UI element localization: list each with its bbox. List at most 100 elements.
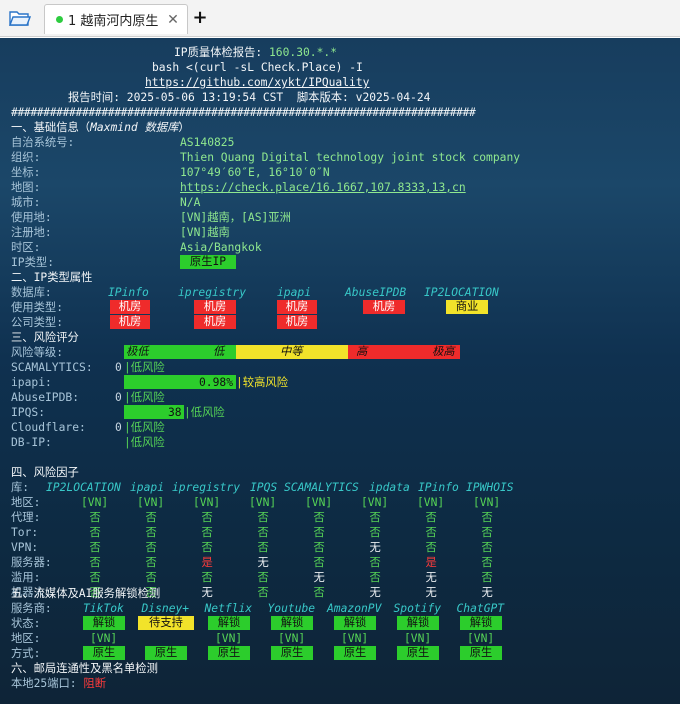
risk-score: 0: [115, 421, 122, 434]
factor-value: 否: [369, 526, 381, 539]
use-type-badge: 机房: [194, 300, 236, 314]
risk-scale-label: 低: [213, 345, 225, 358]
factor-value: 否: [89, 541, 101, 554]
unlock-status-badge: 解锁: [83, 616, 125, 630]
factor-value: 否: [89, 511, 101, 524]
factor-value: 否: [201, 511, 213, 524]
risk-score: 0: [115, 361, 122, 374]
risk-source-label: IPQS:: [11, 406, 46, 419]
risk-text: |低风险: [184, 406, 225, 419]
close-icon[interactable]: ✕: [165, 12, 181, 28]
factor-value: 无: [425, 586, 437, 599]
service-name: Youtube: [267, 602, 316, 615]
tab-title: 1 越南河内原生: [68, 14, 159, 29]
tab-session[interactable]: 1 越南河内原生 ✕: [44, 4, 188, 34]
factor-value: 否: [89, 556, 101, 569]
basic-label: 注册地:: [11, 226, 52, 239]
section-type-title: 二、IP类型属性: [11, 271, 93, 284]
new-tab-button[interactable]: +: [190, 6, 210, 30]
factor-lib-name: ipapi: [130, 481, 165, 494]
db-name: AbuseIPDB: [345, 286, 407, 299]
factor-value: [VN]: [137, 496, 165, 509]
factor-value: 否: [89, 571, 101, 584]
factor-value: 否: [313, 511, 325, 524]
service-region: [VN]: [404, 632, 432, 645]
factor-label: 滥用:: [11, 571, 41, 584]
factor-value: 否: [201, 571, 213, 584]
factor-value: 无: [369, 586, 381, 599]
service-region: [VN]: [467, 632, 495, 645]
section-basic-db: Maxmind 数据库: [90, 121, 179, 134]
report-meta: 报告时间: 2025-05-06 13:19:54 CST 脚本版本: v202…: [68, 90, 430, 105]
basic-label: 自治系统号:: [11, 136, 75, 149]
service-name: Disney+: [141, 602, 190, 615]
report-title: IP质量体检报告: 160.30.*.*: [174, 45, 337, 60]
report-ip: 160.30.*.*: [269, 46, 338, 59]
factor-value: 否: [369, 556, 381, 569]
unlock-method-badge: 原生: [145, 646, 187, 660]
factor-value: 否: [425, 541, 437, 554]
service-name: ChatGPT: [456, 602, 505, 615]
factor-lib-name: IPinfo: [418, 481, 459, 494]
unlock-status-badge: 待支持: [138, 616, 194, 630]
unlock-method-badge: 原生: [397, 646, 439, 660]
risk-source-label: AbuseIPDB:: [11, 391, 80, 404]
coords-value: 107°49′60″E, 16°10′0″N: [180, 166, 330, 179]
factor-value: 否: [481, 511, 493, 524]
terminal-output: IP质量体检报告: 160.30.*.* bash <(curl -sL Che…: [0, 38, 680, 704]
connected-status-icon: [56, 16, 63, 23]
factor-value: [VN]: [361, 496, 389, 509]
risk-level-label: 风险等级:: [11, 346, 63, 359]
factor-value: 无: [425, 571, 437, 584]
factor-label: 地区:: [11, 496, 41, 509]
db-label: 数据库:: [11, 286, 52, 299]
lib-label: 库:: [11, 481, 36, 494]
company-type-badge: 机房: [194, 315, 236, 329]
use-type-badge: 机房: [110, 300, 150, 314]
port25-status: 阻断: [83, 677, 107, 690]
version: v2025-04-24: [355, 91, 431, 104]
db-name: IPinfo: [108, 286, 149, 299]
risk-scale-label: 极高: [432, 345, 455, 358]
open-folder-icon[interactable]: [9, 9, 31, 27]
factor-value: 否: [481, 526, 493, 539]
region-label: 地区:: [11, 632, 41, 645]
risk-text: |较高风险: [236, 376, 288, 389]
status-label: 状态:: [11, 617, 41, 630]
service-name: Spotify: [393, 602, 442, 615]
factor-value: 否: [257, 526, 269, 539]
asn-value: AS140825: [180, 136, 235, 149]
factor-value: 否: [257, 511, 269, 524]
factor-value: [VN]: [305, 496, 333, 509]
unlock-method-badge: 原生: [334, 646, 376, 660]
github-link[interactable]: https://github.com/xykt/IPQuality: [145, 75, 369, 90]
factor-label: 代理:: [11, 511, 41, 524]
basic-label: 使用地:: [11, 211, 52, 224]
company-type-badge: 机房: [110, 315, 150, 329]
factor-lib-name: SCAMALYTICS: [284, 481, 359, 494]
use-type-badge: 机房: [363, 300, 405, 314]
risk-source-label: DB-IP:: [11, 436, 52, 449]
risk-score: 0.98%: [199, 376, 234, 389]
report-title-label: IP质量体检报告:: [174, 46, 269, 59]
map-link[interactable]: https://check.place/16.1667,107.8333,13,…: [180, 180, 466, 195]
section-factors-title: 四、风险因子: [11, 466, 79, 479]
factor-value: 否: [257, 541, 269, 554]
section-basic-end: ）: [178, 121, 190, 134]
unlock-method-badge: 原生: [83, 646, 125, 660]
factor-value: 无: [481, 586, 493, 599]
factor-lib-name: IPQS: [250, 481, 278, 494]
risk-text: |低风险: [124, 361, 165, 374]
factor-label: VPN:: [11, 541, 39, 554]
factor-value: 是: [425, 556, 437, 569]
factor-lib-name: IP2LOCATION: [46, 481, 121, 494]
use-type-label: 使用类型:: [11, 301, 63, 314]
version-label: 脚本版本:: [296, 91, 356, 104]
risk-source-label: Cloudflare:: [11, 421, 86, 434]
factor-value: [VN]: [473, 496, 501, 509]
factor-value: 否: [89, 526, 101, 539]
tz-value: Asia/Bangkok: [180, 241, 262, 254]
factor-value: 否: [313, 541, 325, 554]
method-label: 方式:: [11, 647, 41, 660]
company-type-label: 公司类型:: [11, 316, 63, 329]
